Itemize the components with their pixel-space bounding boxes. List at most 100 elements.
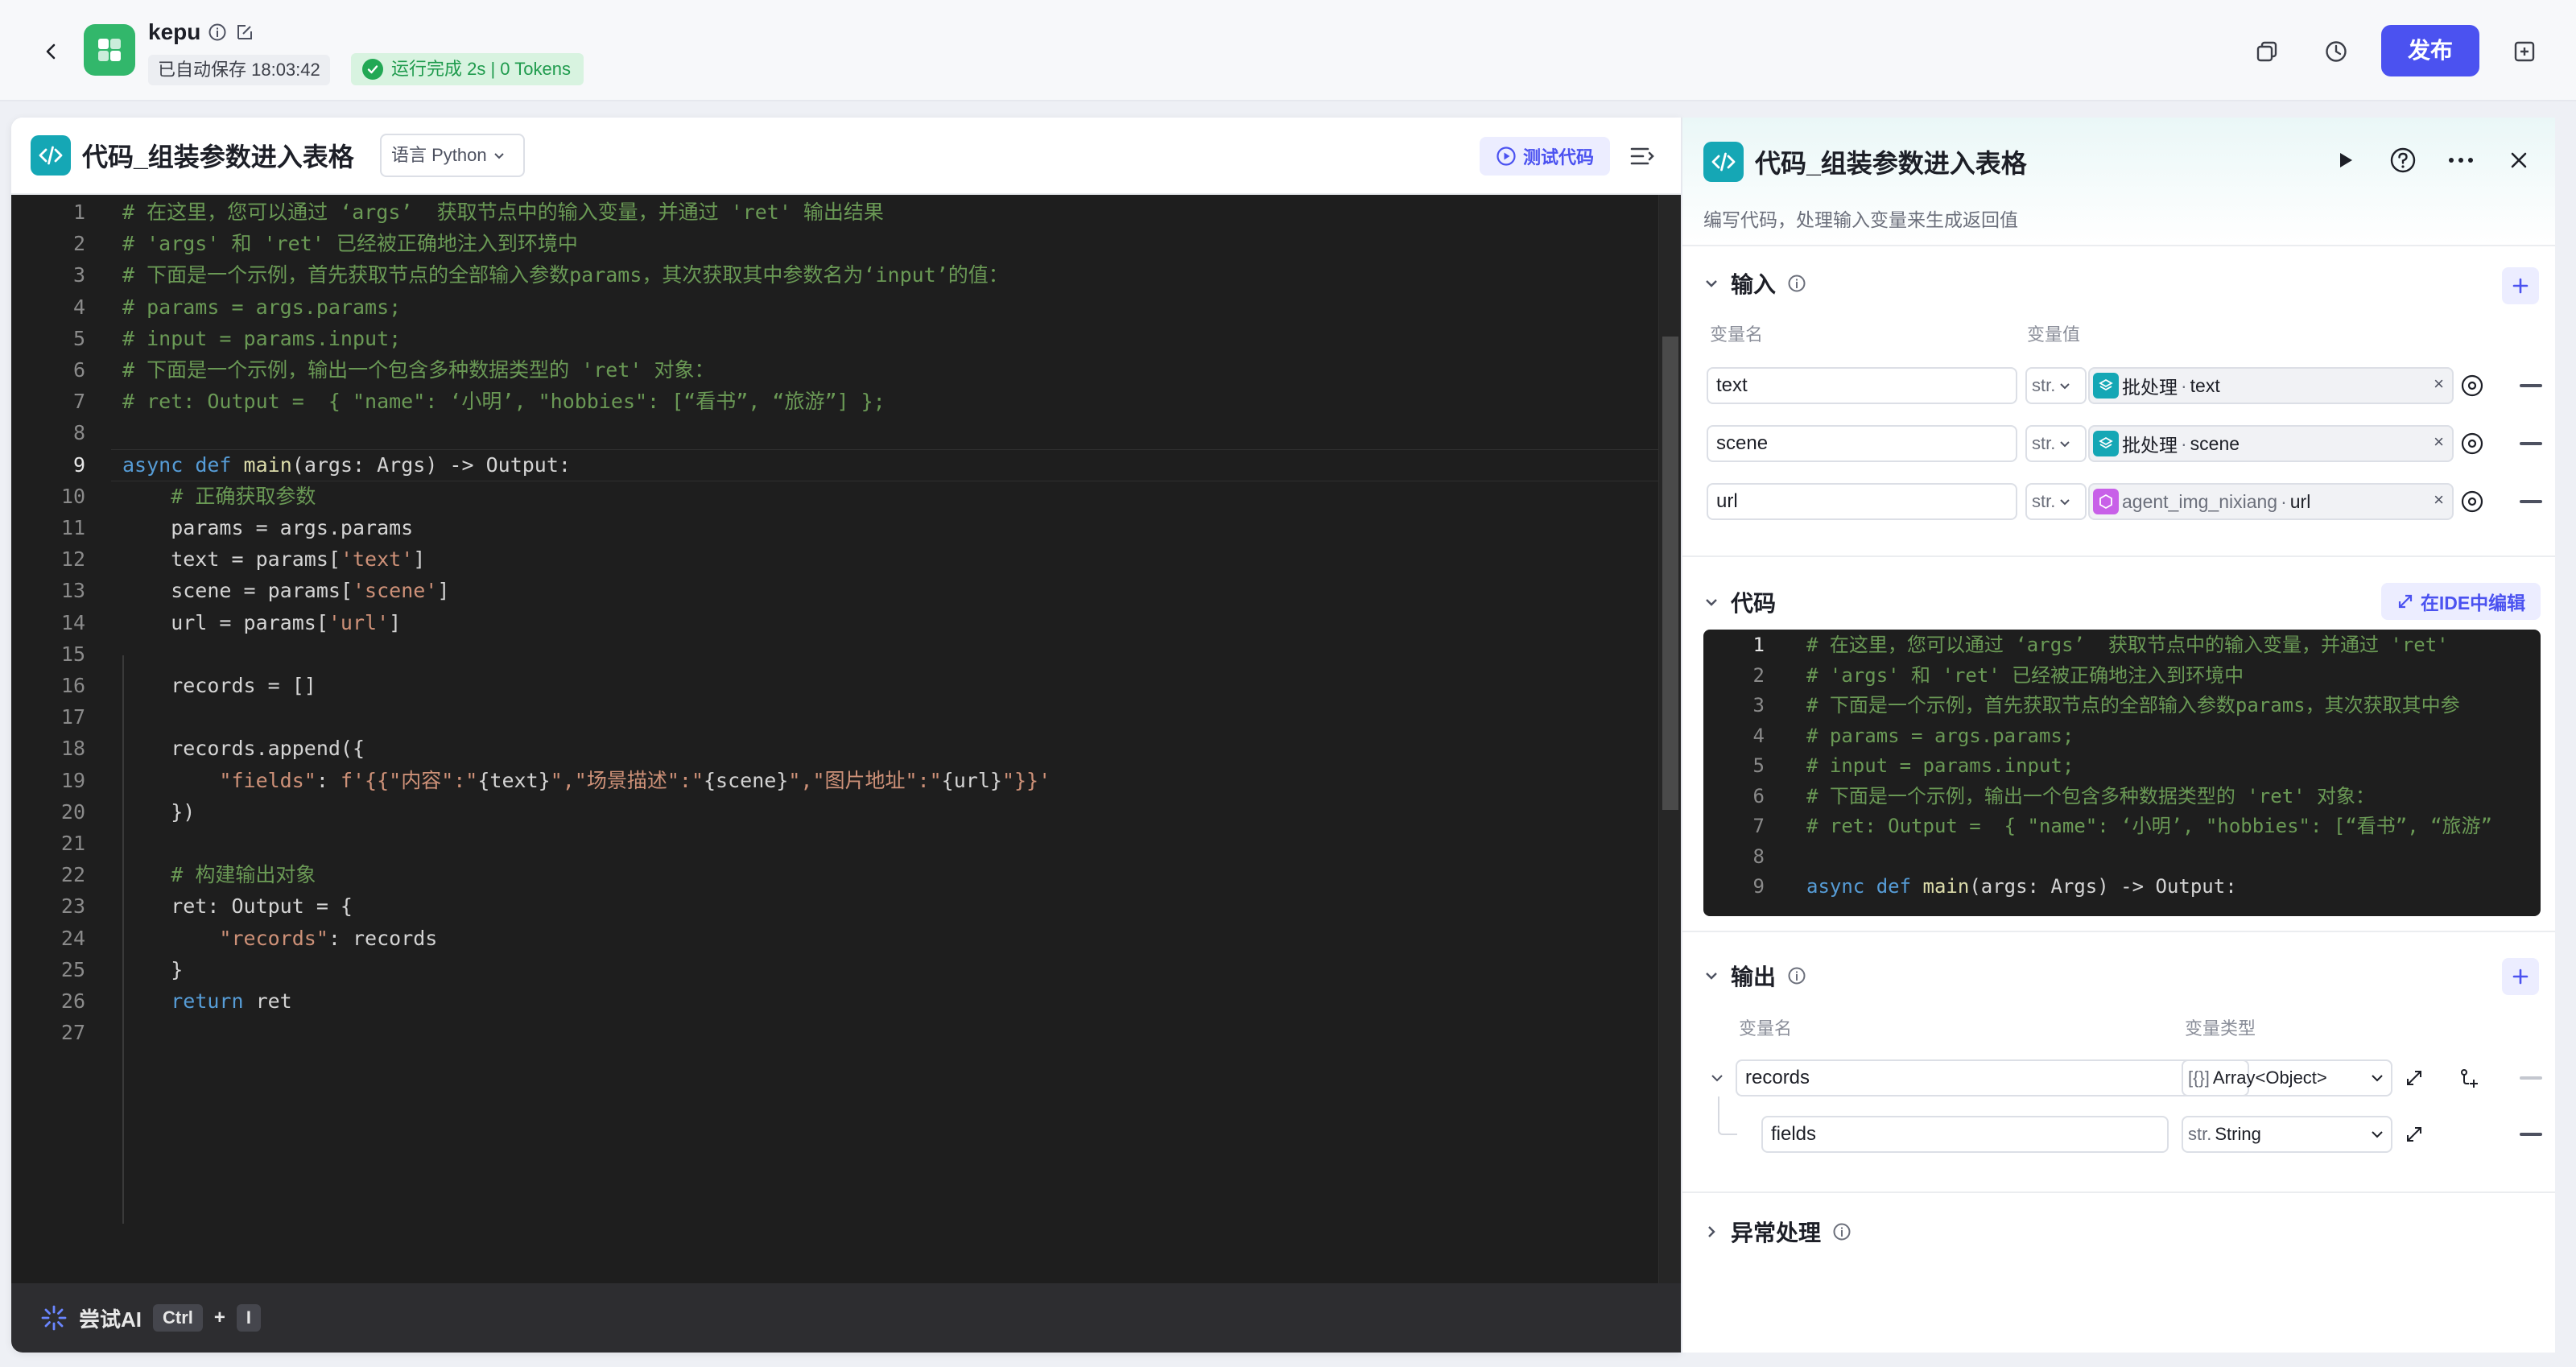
input-type-select[interactable]: str. (2025, 425, 2087, 462)
code-line[interactable]: 6 # 下面是一个示例，输出一个包含多种数据类型的 'ret' 对象： (11, 354, 1658, 386)
info-icon[interactable] (1787, 274, 1806, 293)
code-line[interactable]: 18 records.append({ (11, 733, 1658, 765)
expand-icon[interactable] (2401, 1121, 2428, 1148)
variable-settings-icon[interactable] (2458, 488, 2486, 515)
exception-section-toggle[interactable]: 异常处理 (1703, 1216, 1852, 1248)
code-line[interactable]: 9 async def main(args: Args) -> Output: (11, 449, 1658, 481)
code-editor[interactable]: 1 # 在这里，您可以通过 ‘args’ 获取节点中的输入变量，并通过 'ret'… (11, 195, 1681, 1283)
code-line[interactable]: 19 "fields": f'{{"内容":"{text}","场景描述":"{… (11, 765, 1658, 797)
remove-input-button[interactable] (2520, 442, 2542, 445)
input-type-select[interactable]: str. (2025, 367, 2087, 404)
menu-collapse-icon[interactable] (1624, 138, 1660, 174)
node-panel-header: 代码_组装参数进入表格 编写代码，处理输入变量来生成返回值 (1682, 118, 2555, 246)
code-line[interactable]: 5 # input = params.input; (1703, 750, 2541, 781)
code-line[interactable]: 9 async def main(args: Args) -> Output: (1703, 871, 2541, 902)
input-type-select[interactable]: str. (2025, 483, 2087, 520)
clear-icon[interactable]: × (2434, 489, 2444, 510)
ref-dot: · (2281, 490, 2287, 512)
variable-settings-icon[interactable] (2458, 372, 2486, 399)
code-line[interactable]: 3 # 下面是一个示例，首先获取节点的全部输入参数params，其次获取其中参数名… (11, 259, 1658, 291)
code-line[interactable]: 8 (11, 417, 1658, 449)
input-var-name[interactable]: scene (1707, 425, 2017, 462)
code-line[interactable]: 4 # params = args.params; (11, 291, 1658, 324)
add-child-icon[interactable] (2455, 1064, 2483, 1092)
line-text: async def main(args: Args) -> Output: (122, 452, 571, 477)
input-value-reference[interactable]: agent_img_nixiang · url × (2088, 483, 2454, 520)
output-var-name[interactable]: records (1736, 1059, 2249, 1096)
code-line[interactable]: 2 # 'args' 和 'ret' 已经被正确地注入到环境中 (11, 228, 1658, 260)
close-icon[interactable] (2500, 142, 2537, 179)
remove-output-button[interactable] (2520, 1076, 2542, 1080)
input-section-toggle[interactable]: 输入 (1703, 267, 1806, 299)
info-icon[interactable] (1832, 1222, 1852, 1241)
code-line[interactable]: 12 text = params['text'] (11, 543, 1658, 576)
code-line[interactable]: 10 # 正确获取参数 (11, 481, 1658, 513)
edit-icon[interactable] (235, 23, 254, 42)
code-line[interactable]: 8 (1703, 841, 2541, 872)
code-line[interactable]: 5 # input = params.input; (11, 323, 1658, 355)
remove-input-button[interactable] (2520, 384, 2542, 387)
output-type-select[interactable]: str. String (2182, 1116, 2392, 1153)
add-input-button[interactable] (2502, 267, 2539, 304)
info-icon[interactable] (1787, 966, 1806, 985)
output-section-toggle[interactable]: 输出 (1703, 960, 1806, 992)
panel-layout-icon[interactable] (2507, 34, 2542, 69)
remove-output-button[interactable] (2520, 1133, 2542, 1136)
add-output-button[interactable] (2502, 958, 2539, 995)
code-preview[interactable]: 1 # 在这里，您可以通过 ‘args’ 获取节点中的输入变量，并通过 'ret'… (1703, 630, 2541, 916)
code-line[interactable]: 1 # 在这里，您可以通过 ‘args’ 获取节点中的输入变量，并通过 'ret' (1703, 630, 2541, 660)
remove-input-button[interactable] (2520, 500, 2542, 503)
output-type-select[interactable]: [{}] Array<Object> (2182, 1059, 2392, 1096)
code-section-toggle[interactable]: 代码 (1703, 586, 1776, 618)
code-line[interactable]: 7 # ret: Output = { "name": ‘小明’, "hobbie… (1703, 811, 2541, 841)
run-node-icon[interactable] (2326, 142, 2363, 179)
code-line[interactable]: 16 records = [] (11, 670, 1658, 702)
code-line[interactable]: 22 # 构建输出对象 (11, 859, 1658, 891)
input-var-name[interactable]: url (1707, 483, 2017, 520)
code-line[interactable]: 27 (11, 1017, 1658, 1049)
code-line[interactable]: 17 (11, 701, 1658, 733)
code-section-title: 代码 (1731, 591, 1777, 616)
info-icon[interactable] (208, 23, 227, 42)
code-line[interactable]: 20 }) (11, 796, 1658, 828)
edit-in-ide-button[interactable]: 在IDE中编辑 (2381, 583, 2541, 620)
history-icon[interactable] (2318, 34, 2354, 69)
back-arrow-icon[interactable] (35, 35, 68, 68)
code-line[interactable]: 21 (11, 828, 1658, 860)
line-number: 21 (60, 832, 85, 855)
more-icon[interactable] (2442, 142, 2479, 179)
test-code-button[interactable]: 测试代码 (1480, 137, 1610, 176)
code-line[interactable]: 23 ret: Output = { (11, 890, 1658, 923)
code-line[interactable]: 25 } (11, 954, 1658, 986)
help-icon[interactable] (2384, 142, 2421, 179)
code-line[interactable]: 13 scene = params['scene'] (11, 575, 1658, 607)
editor-scrollbar-thumb[interactable] (1662, 337, 1678, 810)
input-value-reference[interactable]: 批处理 · text × (2088, 367, 2454, 404)
ai-assist-bar[interactable]: 尝试AI Ctrl + I (11, 1283, 1681, 1353)
collapse-children-icon[interactable] (1703, 1064, 1731, 1092)
editor-scrollbar[interactable] (1658, 195, 1681, 1283)
code-line[interactable]: 1 # 在这里，您可以通过 ‘args’ 获取节点中的输入变量，并通过 'ret'… (11, 196, 1658, 229)
clear-icon[interactable]: × (2434, 374, 2444, 394)
code-line[interactable]: 15 (11, 638, 1658, 671)
code-line[interactable]: 11 params = args.params (11, 512, 1658, 544)
copy-window-icon[interactable] (2249, 34, 2285, 69)
code-line[interactable]: 6 # 下面是一个示例，输出一个包含多种数据类型的 'ret' 对象： (1703, 781, 2541, 812)
input-var-name[interactable]: text (1707, 367, 2017, 404)
line-text: url = params['url'] (122, 610, 402, 634)
code-line[interactable]: 24 "records": records (11, 923, 1658, 955)
code-line[interactable]: 14 url = params['url'] (11, 607, 1658, 639)
code-line[interactable]: 7 # ret: Output = { "name": ‘小明’, "hobbie… (11, 386, 1658, 418)
language-select[interactable]: 语言 Python (380, 134, 525, 177)
input-value-reference[interactable]: 批处理 · scene × (2088, 425, 2454, 462)
plus-sign: + (213, 1307, 225, 1328)
code-line[interactable]: 26 return ret (11, 985, 1658, 1018)
variable-settings-icon[interactable] (2458, 430, 2486, 457)
code-line[interactable]: 2 # 'args' 和 'ret' 已经被正确地注入到环境中 (1703, 660, 2541, 691)
code-line[interactable]: 3 # 下面是一个示例，首先获取节点的全部输入参数params，其次获取其中参 (1703, 690, 2541, 721)
publish-button[interactable]: 发布 (2381, 25, 2479, 76)
expand-icon[interactable] (2401, 1064, 2428, 1092)
output-var-name[interactable]: fields (1761, 1116, 2169, 1153)
code-line[interactable]: 4 # params = args.params; (1703, 721, 2541, 751)
clear-icon[interactable]: × (2434, 432, 2444, 452)
